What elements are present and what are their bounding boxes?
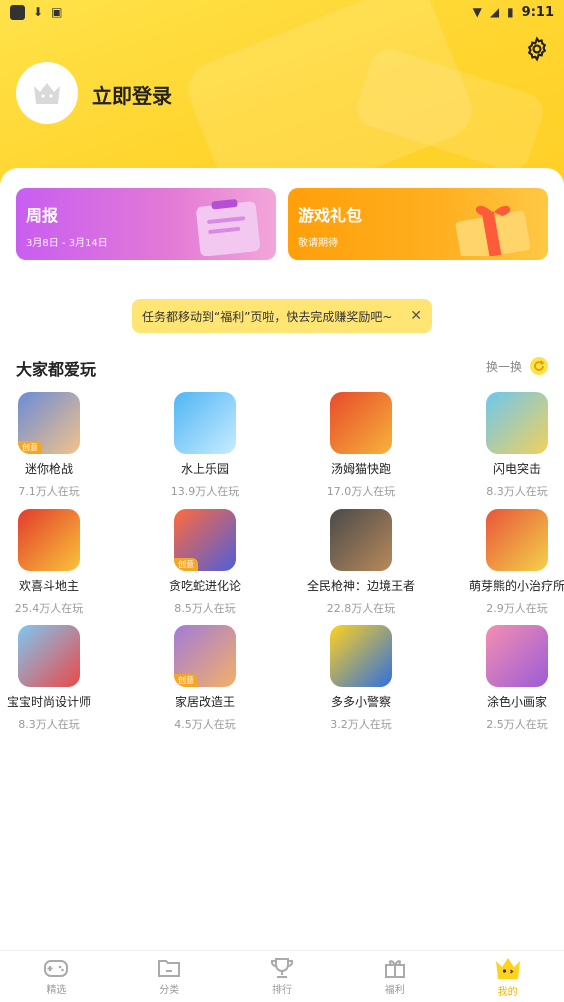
- app-notification-icon: [10, 4, 25, 20]
- player-count: 2.5万人在玩: [486, 718, 548, 731]
- game-icon[interactable]: [486, 625, 548, 687]
- player-count: 13.9万人在玩: [170, 485, 240, 498]
- game-name: 汤姆猫快跑: [330, 462, 391, 476]
- battery-icon: ▮: [507, 5, 514, 19]
- gift-box-icon: [455, 205, 531, 256]
- game-name: 家居改造王: [174, 695, 235, 709]
- tab-label: 我的: [497, 987, 518, 998]
- game-name: 贪吃蛇进化论: [168, 579, 241, 593]
- game-icon[interactable]: 创意: [174, 625, 236, 687]
- refresh-button[interactable]: 换一换: [486, 357, 548, 375]
- crown-mascot-icon: [34, 83, 60, 104]
- game-name: 萌芽熊的小治疗所: [468, 579, 564, 593]
- player-count: 3.2万人在玩: [330, 718, 392, 731]
- download-icon: ⬇: [33, 5, 44, 19]
- game-item[interactable]: 汤姆猫快跑 17.0万人在玩: [301, 392, 421, 499]
- player-count: 4.5万人在玩: [174, 718, 236, 731]
- game-name: 涂色小画家: [486, 695, 547, 709]
- game-name: 多多小警察: [330, 695, 391, 709]
- tab-label: 精选: [46, 985, 67, 996]
- main-content: 周报 3月8日 - 3月14日 游戏礼包 敬请期待 任务都移动到“福利”页啦，快…: [0, 168, 564, 952]
- status-bar: ⬇ ▣ ▼ ◢ ▮ 9:11: [0, 0, 564, 24]
- gift-icon: [384, 960, 405, 978]
- tab-label: 分类: [159, 985, 180, 996]
- tab-featured[interactable]: 精选: [0, 951, 113, 1002]
- player-count: 8.5万人在玩: [174, 602, 236, 615]
- player-count: 8.3万人在玩: [486, 485, 548, 498]
- game-icon[interactable]: [330, 509, 392, 571]
- clipboard-icon: [196, 199, 260, 256]
- tab-mine[interactable]: 我的: [451, 951, 564, 1002]
- tab-category[interactable]: 分类: [113, 951, 226, 1002]
- game-icon[interactable]: [174, 392, 236, 454]
- bottom-navigation: 精选 分类 排行 福利 我的: [0, 950, 564, 1002]
- game-icon[interactable]: [330, 625, 392, 687]
- signal-icon: ◢: [489, 5, 500, 19]
- close-icon[interactable]: ✕: [410, 308, 422, 324]
- game-icon[interactable]: [486, 392, 548, 454]
- weekly-report-card[interactable]: 周报 3月8日 - 3月14日: [16, 188, 276, 260]
- task-moved-notice: 任务都移动到“福利”页啦，快去完成赚奖励吧~ ✕: [132, 299, 432, 333]
- game-icon[interactable]: 创意: [18, 392, 80, 454]
- folder-icon: [158, 960, 181, 977]
- game-name: 宝宝时尚设计师: [6, 695, 91, 709]
- refresh-label: 换一换: [485, 359, 522, 374]
- avatar[interactable]: [16, 62, 78, 124]
- game-icon[interactable]: [18, 625, 80, 687]
- game-icon[interactable]: [330, 392, 392, 454]
- player-count: 25.4万人在玩: [14, 602, 84, 615]
- game-item[interactable]: 宝宝时尚设计师 8.3万人在玩: [0, 625, 109, 732]
- game-item[interactable]: 创意家居改造王 4.5万人在玩: [145, 625, 265, 732]
- game-item[interactable]: 涂色小画家 2.5万人在玩: [457, 625, 564, 732]
- game-icon[interactable]: 创意: [174, 509, 236, 571]
- login-link[interactable]: 立即登录: [92, 80, 172, 109]
- crown-mascot-icon: [495, 958, 520, 979]
- game-name: 迷你枪战: [24, 462, 73, 476]
- game-icon[interactable]: [486, 509, 548, 571]
- creative-badge: 创意: [18, 441, 42, 454]
- game-item[interactable]: 多多小警察 3.2万人在玩: [301, 625, 421, 732]
- game-item[interactable]: 欢喜斗地主 25.4万人在玩: [0, 509, 109, 616]
- tab-label: 福利: [384, 985, 405, 996]
- game-item[interactable]: 闪电突击 8.3万人在玩: [457, 392, 564, 499]
- game-name: 全民枪神：边境王者: [306, 579, 415, 593]
- player-count: 8.3万人在玩: [18, 718, 80, 731]
- game-item[interactable]: 创意贪吃蛇进化论 8.5万人在玩: [145, 509, 265, 616]
- settings-gear-icon[interactable]: [524, 36, 550, 62]
- game-item[interactable]: 萌芽熊的小治疗所 2.9万人在玩: [457, 509, 564, 616]
- game-item[interactable]: 创意迷你枪战 7.1万人在玩: [0, 392, 109, 499]
- section-title: 大家都爱玩: [16, 360, 97, 379]
- player-count: 7.1万人在玩: [18, 485, 80, 498]
- keyboard-icon: ▣: [51, 5, 63, 19]
- wifi-icon: ▼: [472, 5, 482, 19]
- game-item[interactable]: 水上乐园 13.9万人在玩: [145, 392, 265, 499]
- game-gift-card[interactable]: 游戏礼包 敬请期待: [288, 188, 548, 260]
- game-name: 水上乐园: [180, 462, 229, 476]
- status-time: 9:11: [521, 4, 554, 20]
- game-name: 闪电突击: [492, 462, 541, 476]
- game-item[interactable]: 全民枪神：边境王者 22.8万人在玩: [301, 509, 421, 616]
- notice-text: 任务都移动到“福利”页啦，快去完成赚奖励吧~: [142, 309, 393, 324]
- creative-badge: 创意: [174, 558, 198, 571]
- game-icon[interactable]: [18, 509, 80, 571]
- creative-badge: 创意: [174, 674, 198, 687]
- gamepad-icon: [44, 960, 69, 977]
- refresh-icon: [530, 357, 548, 375]
- tab-welfare[interactable]: 福利: [338, 951, 451, 1002]
- tab-label: 排行: [271, 985, 292, 996]
- player-count: 2.9万人在玩: [486, 602, 548, 615]
- player-count: 17.0万人在玩: [326, 485, 396, 498]
- game-name: 欢喜斗地主: [18, 579, 79, 593]
- tab-ranking[interactable]: 排行: [226, 951, 339, 1002]
- player-count: 22.8万人在玩: [326, 602, 396, 615]
- trophy-icon: [270, 958, 294, 978]
